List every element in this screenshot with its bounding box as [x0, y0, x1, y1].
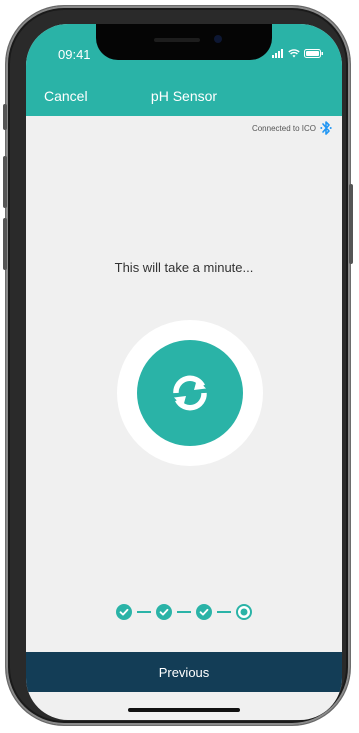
- wifi-icon: [288, 49, 300, 58]
- spinner-container: [117, 320, 263, 466]
- notch: [96, 24, 272, 60]
- mute-switch: [3, 104, 7, 130]
- volume-down-button: [3, 218, 7, 270]
- volume-up-button: [3, 156, 7, 208]
- step-indicator: [26, 604, 342, 620]
- step-connector: [137, 611, 151, 613]
- step-current-icon: [236, 604, 252, 620]
- connection-status: Connected to ICO: [252, 120, 332, 136]
- previous-button[interactable]: Previous: [26, 652, 342, 692]
- bluetooth-icon: [320, 121, 332, 135]
- step-complete-icon: [196, 604, 212, 620]
- sync-icon: [173, 375, 207, 411]
- progress-message: This will take a minute...: [114, 260, 254, 275]
- app-screen: 09:41 Cancel pH Sensor Connected to ICO …: [26, 24, 342, 720]
- status-icons: [272, 49, 324, 58]
- speaker: [154, 38, 200, 42]
- step-connector: [217, 611, 231, 613]
- previous-button-label: Previous: [158, 664, 210, 680]
- front-camera: [214, 35, 222, 43]
- connection-status-text: Connected to ICO: [251, 123, 316, 133]
- home-indicator[interactable]: [128, 708, 240, 712]
- power-button: [349, 184, 353, 264]
- app-header: 09:41 Cancel pH Sensor: [26, 24, 342, 116]
- phone-frame: 09:41 Cancel pH Sensor Connected to ICO …: [3, 6, 353, 725]
- step-connector: [177, 611, 191, 613]
- page-title: pH Sensor: [150, 88, 218, 104]
- signal-icon: [272, 49, 283, 58]
- spinner: [137, 340, 243, 446]
- status-time: 09:41: [58, 47, 91, 62]
- battery-icon: [304, 49, 323, 58]
- step-complete-icon: [116, 604, 132, 620]
- step-complete-icon: [156, 604, 172, 620]
